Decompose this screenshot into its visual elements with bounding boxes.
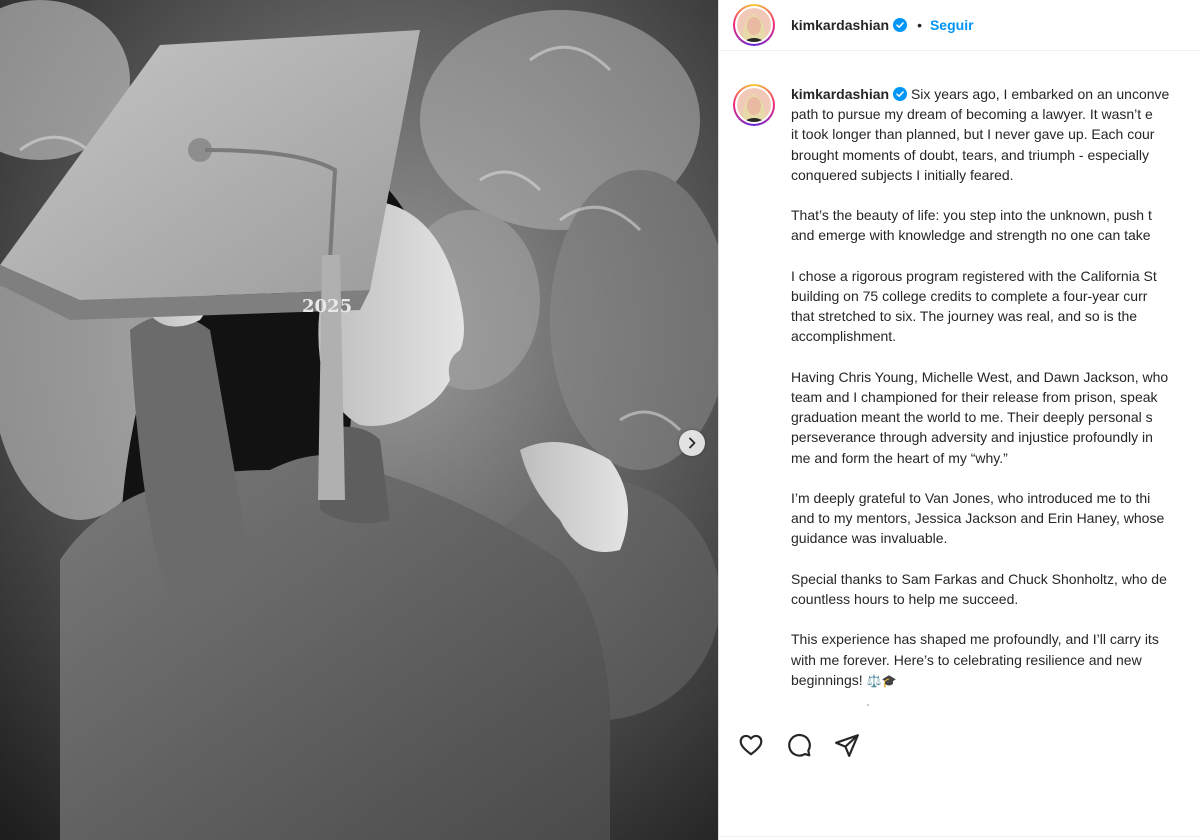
heart-icon: [739, 734, 763, 756]
caption-line: Special thanks to Sam Farkas and Chuck S…: [791, 570, 1167, 587]
caption-paragraph: kimkardashian Six years ago, I embarked …: [791, 84, 1200, 185]
tassel-year-charm: 2025: [302, 296, 352, 317]
caption-line: countless hours to help me succeed.: [791, 591, 1019, 607]
caption-line: conquered subjects I initially feared.: [791, 166, 1014, 183]
avatar-photo: [737, 88, 771, 122]
caption-paragraph: This experience has shaped me profoundly…: [791, 629, 1200, 691]
next-photo-button[interactable]: [679, 430, 705, 456]
caption-line: That’s the beauty of life: you step into…: [791, 207, 1152, 224]
caption-line: building on 75 college credits to comple…: [791, 288, 1148, 304]
caption-line: Having Chris Young, Michelle West, and D…: [791, 368, 1169, 385]
caption-paragraph: I chose a rigorous program registered wi…: [791, 266, 1200, 347]
caption-line: and emerge with knowledge and strength n…: [791, 227, 1151, 244]
caption-line: accomplishment.: [791, 328, 897, 345]
caption-line: it took longer than planned, but I never…: [791, 126, 1155, 143]
share-icon: [835, 734, 859, 757]
comment-icon: [788, 733, 811, 757]
caption-paragraph: Special thanks to Sam Farkas and Chuck S…: [791, 569, 1200, 609]
caption-line: me and form the heart of my “why.”: [791, 449, 1008, 466]
author-avatar[interactable]: [733, 4, 775, 46]
caption-line: I’m deeply grateful to Van Jones, who in…: [791, 490, 1151, 506]
caption-line: perseverance through adversity and injus…: [791, 429, 1153, 446]
caption-line: This experience has shaped me profoundly…: [791, 631, 1159, 648]
caption-section: kimkardashian Six years ago, I embarked …: [733, 84, 1200, 691]
caption-paragraph: Having Chris Young, Michelle West, and D…: [791, 367, 1200, 468]
caption-line: graduation meant the world to me. Their …: [791, 409, 1153, 426]
chevron-right-icon: [689, 437, 696, 449]
caption-line: and to my mentors, Jessica Jackson and E…: [791, 510, 1165, 527]
caption-line: with me forever. Here’s to celebrating r…: [791, 651, 1142, 668]
header-separator: •: [917, 17, 922, 33]
like-button[interactable]: [737, 731, 765, 759]
caption-line: beginnings!: [791, 671, 863, 688]
caption-line: I chose a rigorous program registered wi…: [791, 267, 1157, 284]
caption-line: brought moments of doubt, tears, and tri…: [791, 146, 1149, 163]
caption-line: guidance was invaluable.: [791, 530, 948, 547]
post-action-bar: [737, 731, 861, 759]
comment-button[interactable]: [785, 731, 813, 759]
graduation-photo: 2025: [0, 0, 718, 840]
follow-button[interactable]: Seguir: [930, 17, 974, 33]
caption-paragraph: That’s the beauty of life: you step into…: [791, 205, 1200, 245]
caption-author-avatar[interactable]: [733, 84, 775, 126]
verified-badge-icon: [893, 87, 908, 101]
author-username[interactable]: kimkardashian: [791, 17, 889, 33]
caption-line: Six years ago, I embarked on an unconve: [910, 86, 1170, 102]
caption-text: kimkardashian Six years ago, I embarked …: [791, 84, 1200, 691]
caption-emoji: ⚖️🎓: [866, 673, 897, 688]
panel-divider: [719, 836, 1200, 837]
caption-line: that stretched to six. The journey was r…: [791, 308, 1138, 325]
divider-dot: [867, 704, 869, 706]
post-side-panel: kimkardashian • Seguir kimkardashian Six…: [718, 0, 1200, 840]
avatar-photo: [737, 8, 771, 42]
caption-line: path to pursue my dream of becoming a la…: [791, 106, 1153, 123]
instagram-post-view: 2025 kimkardashian • Seguir kimkardashia…: [0, 0, 1200, 840]
verified-badge-icon: [893, 18, 908, 32]
share-button[interactable]: [833, 731, 861, 759]
post-media[interactable]: 2025: [0, 0, 718, 840]
caption-line: team and I championed for their release …: [791, 389, 1158, 405]
caption-paragraph: I’m deeply grateful to Van Jones, who in…: [791, 488, 1200, 549]
caption-username[interactable]: kimkardashian: [791, 86, 889, 102]
post-header: kimkardashian • Seguir: [719, 0, 1200, 51]
